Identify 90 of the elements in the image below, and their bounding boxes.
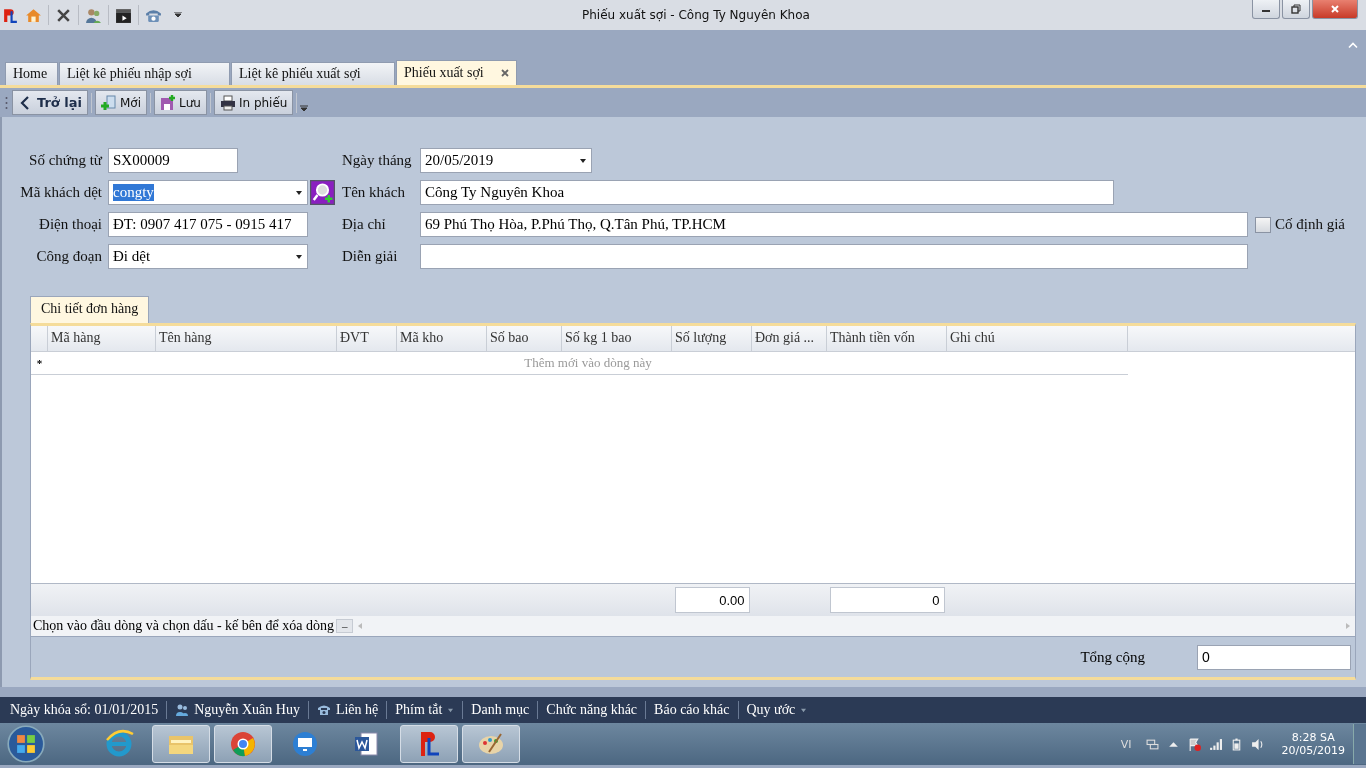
clock-time[interactable]: 8:28 SA	[1291, 731, 1335, 744]
document-tab[interactable]: Home	[5, 62, 58, 85]
field-label: Điện thoại	[38, 216, 102, 233]
speaker-icon[interactable]	[1250, 737, 1264, 751]
column-header[interactable]: Mã hàng	[48, 326, 156, 351]
dropdown-icon	[447, 707, 455, 713]
dropdown-icon	[800, 707, 808, 713]
column-header[interactable]: Tên hàng	[156, 326, 337, 351]
status-item[interactable]: Liên hệ	[314, 702, 381, 718]
taskbar-app[interactable]	[214, 725, 272, 763]
document-tab[interactable]: Phiếu xuất sợi	[396, 60, 517, 85]
dropdown-icon[interactable]	[174, 12, 182, 18]
text-field[interactable]: SX00009	[108, 148, 238, 173]
combo-box[interactable]: Đi dệt	[108, 244, 308, 269]
grip-icon	[5, 95, 8, 110]
status-item[interactable]: Danh mục	[469, 702, 532, 718]
column-header[interactable]: Thành tiền vốn	[827, 326, 947, 351]
taskbar-app[interactable]	[400, 725, 458, 763]
checkbox[interactable]	[1255, 216, 1271, 233]
dropdown-icon[interactable]	[295, 189, 303, 196]
status-item[interactable]: Chức năng khác	[544, 702, 640, 718]
delete-row-button[interactable]: –	[335, 619, 354, 633]
minimize-button[interactable]	[1252, 0, 1280, 19]
new-document-icon	[101, 94, 117, 111]
total-label: Tổng cộng	[1080, 648, 1145, 666]
overflow-icon[interactable]	[300, 103, 309, 112]
checkbox-label: Cố định giá	[1275, 216, 1345, 233]
toolbar-button[interactable]: Trở lại	[12, 90, 88, 115]
toolbar-button[interactable]: Mới	[95, 90, 148, 115]
keyboard-icon[interactable]	[1145, 737, 1159, 751]
text-field[interactable]: ĐT: 0907 417 075 - 0915 417	[108, 212, 308, 237]
total-field: 0	[829, 587, 945, 613]
status-item[interactable]: Báo cáo khác	[652, 702, 732, 718]
field-label: Địa chỉ	[342, 216, 387, 233]
hint-text: Chọn vào đầu dòng và chọn dấu - kế bên để xóa dòng	[32, 618, 334, 634]
column-header[interactable]: ĐVT	[337, 326, 397, 351]
document-tab[interactable]: Liệt kê phiếu nhập sợi	[59, 62, 230, 85]
language-indicator[interactable]: VI	[1120, 737, 1132, 751]
row-indicator: *	[35, 357, 44, 369]
column-header[interactable]: Mã kho	[397, 326, 487, 351]
field-label: Công đoạn	[35, 248, 102, 265]
status-item[interactable]: Nguyễn Xuân Huy	[173, 702, 302, 718]
phone-icon	[316, 703, 331, 717]
text-field[interactable]: 69 Phú Thọ Hòa, P.Phú Thọ, Q.Tân Phú, TP.HCM	[420, 212, 1248, 237]
column-header[interactable]: Đơn giá ...	[752, 326, 827, 351]
column-header[interactable]: Số bao	[487, 326, 562, 351]
field-label: Số chứng từ	[28, 152, 102, 169]
total-field: 0	[1197, 644, 1351, 670]
users-icon[interactable]	[85, 6, 102, 24]
scroll-left-icon	[357, 622, 364, 630]
app-logo-icon[interactable]	[2, 6, 19, 24]
home-icon[interactable]	[25, 6, 42, 24]
clapperboard-icon[interactable]	[115, 6, 132, 24]
status-item: Ngày khóa sổ: 01/01/2015	[9, 702, 160, 718]
toolbar-button[interactable]: Lưu	[154, 90, 207, 115]
search-button[interactable]	[310, 180, 335, 205]
column-header[interactable]: Số kg 1 bao	[562, 326, 672, 351]
field-label: Mã khách dệt	[19, 184, 102, 201]
flag-icon[interactable]	[1187, 737, 1201, 751]
restore-icon	[1291, 4, 1301, 14]
signal-icon[interactable]	[1208, 737, 1222, 751]
column-header[interactable]: Ghi chú	[947, 326, 1128, 351]
toolbar-button[interactable]: In phiếu	[213, 90, 294, 115]
dropdown-icon[interactable]	[579, 157, 587, 164]
users-icon	[175, 703, 190, 717]
text-field[interactable]: Công Ty Nguyên Khoa	[420, 180, 1114, 205]
field-label: Diễn giải	[342, 248, 399, 265]
scroll-right-icon	[1345, 622, 1351, 630]
document-tab[interactable]: Liệt kê phiếu xuất sợi	[231, 62, 395, 85]
combo-box[interactable]: congty	[108, 180, 308, 205]
status-item[interactable]: Quy ước	[744, 702, 810, 718]
save-icon	[160, 94, 177, 111]
start-button[interactable]	[6, 724, 46, 764]
collapse-icon[interactable]	[1348, 41, 1358, 49]
close-icon	[1330, 4, 1340, 14]
column-header[interactable]: Số lượng	[672, 326, 752, 351]
close-button[interactable]	[1312, 0, 1358, 19]
printer-icon	[219, 94, 236, 111]
clock-date[interactable]: 20/05/2019	[1281, 744, 1345, 757]
status-item[interactable]: Phím tắt	[393, 702, 457, 718]
restore-button[interactable]	[1282, 0, 1310, 19]
field-label: Tên khách	[342, 184, 406, 201]
combo-box[interactable]: 20/05/2019	[420, 148, 592, 173]
window-title: Phiếu xuất sợi - Công Ty Nguyên Khoa	[581, 8, 811, 22]
total-field: 0.00	[674, 587, 750, 613]
text-field[interactable]	[420, 244, 1248, 269]
panel-tab[interactable]: Chi tiết đơn hàng	[30, 296, 150, 323]
dropdown-icon[interactable]	[295, 253, 303, 260]
field-label: Ngày tháng	[342, 152, 413, 169]
close-icon[interactable]	[501, 69, 509, 77]
